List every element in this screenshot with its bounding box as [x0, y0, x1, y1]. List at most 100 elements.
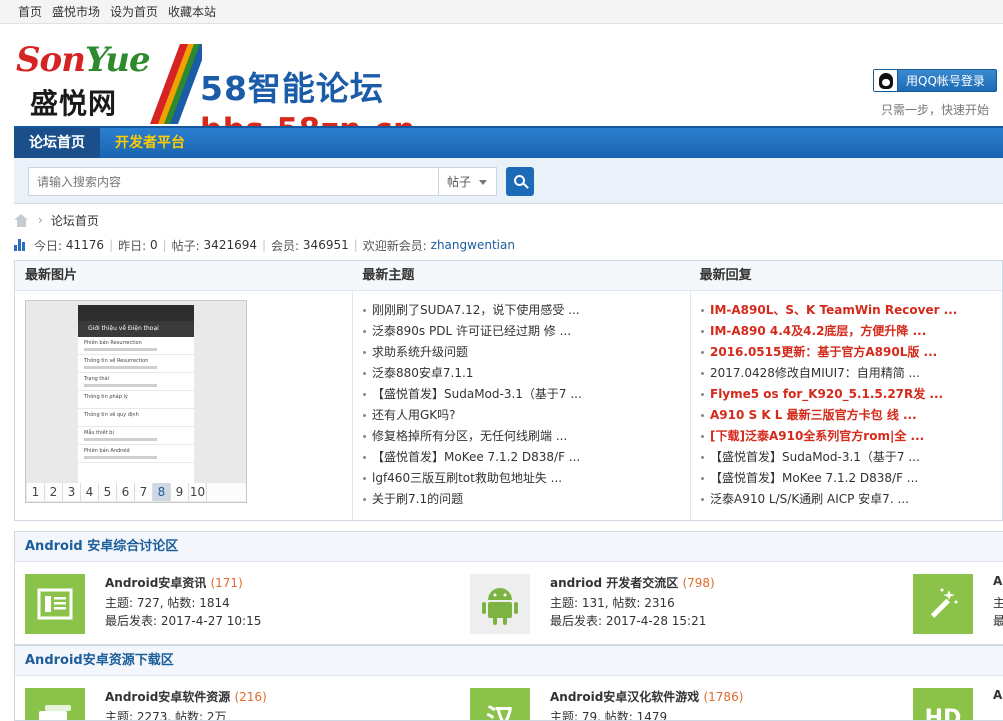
topbar-link-set-homepage[interactable]: 设为首页	[110, 3, 158, 20]
breadcrumb-current[interactable]: 论坛首页	[51, 212, 99, 229]
forum-icon-box[interactable]	[913, 574, 973, 634]
reply-item[interactable]: 【盛悦首发】MoKee 7.1.2 D838/F ...	[691, 468, 1003, 489]
topic-item[interactable]: 求助系统升级问题	[353, 342, 690, 363]
topbar-link-bookmark[interactable]: 收藏本站	[168, 3, 216, 20]
reply-item[interactable]: IM-A890 4.4及4.2底层，方便升降 ...	[691, 321, 1003, 342]
stats-members: 346951	[302, 238, 349, 252]
forum-icon-box[interactable]	[25, 574, 85, 634]
slide-page[interactable]: 7	[135, 483, 153, 501]
topic-item[interactable]: 关于刷7.1的问题	[353, 489, 690, 510]
nav-forum-home[interactable]: 论坛首页	[14, 128, 100, 158]
stats-yesterday-label: 昨日:	[118, 238, 147, 253]
qq-login-subtext: 只需一步，快速开始	[880, 103, 989, 117]
forum-last-post[interactable]: 最后发表: 2017-4-28 15:21	[550, 612, 706, 629]
stats-newest-label: 欢迎新会员:	[362, 238, 427, 253]
qq-login-label: 用QQ帐号登录	[906, 74, 985, 88]
stats-today-label: 今日:	[34, 238, 63, 253]
latest-topics-column: 刚刚刷了SUDA7.12，说下使用感受 ... 泛泰890s PDL 许可证已经…	[353, 291, 691, 520]
logo-cn: 盛悦网	[30, 87, 118, 120]
home-icon[interactable]	[14, 213, 29, 227]
stats-members-label: 会员:	[271, 238, 300, 253]
forum-title[interactable]: A	[993, 688, 1002, 702]
chinese-localization-icon: 汉	[485, 703, 514, 721]
forum-android-dev: andriod 开发者交流区 (798) 主题: 131, 帖数: 2316 最…	[470, 574, 890, 636]
slide-page[interactable]: 5	[99, 483, 117, 501]
topic-item[interactable]: 【盛悦首发】SudaMod-3.1（基于7 ...	[353, 384, 690, 405]
android-robot-icon	[482, 588, 518, 625]
nav-developer-platform[interactable]: 开发者平台	[100, 128, 200, 158]
newest-member-link[interactable]: zhangwentian	[431, 238, 515, 252]
category-android-discussion: Android 安卓综合讨论区 Android安卓资讯 (171) 主题: 72…	[14, 531, 1003, 645]
reply-item[interactable]: 【盛悦首发】SudaMod-3.1（基于7 ...	[691, 447, 1003, 468]
site-header: SonYue 盛悦网 58智能论坛 bbs.58zn.cn 用QQ帐号登录 只需…	[0, 24, 1003, 148]
breadcrumb: › 论坛首页	[14, 211, 99, 229]
category-title[interactable]: Android安卓资源下载区	[15, 646, 1003, 676]
forum-stats: 主题: 131, 帖数: 2316	[550, 596, 675, 610]
screenshot-title: Giới thiệu về Điện thoại	[78, 321, 194, 337]
reply-item[interactable]: A910 S K L 最新三版官方卡包 线 ...	[691, 405, 1003, 426]
forum-stats: 主题: 2273, 帖数: 2万	[105, 710, 227, 721]
topic-item[interactable]: 还有人用GK吗?	[353, 405, 690, 426]
qq-login-button[interactable]: 用QQ帐号登录	[873, 69, 997, 92]
top-bar: 首页 盛悦市场 设为首页 收藏本站	[0, 0, 1003, 24]
slide-page[interactable]: 3	[63, 483, 81, 501]
topic-item[interactable]: 泛泰880安卓7.1.1	[353, 363, 690, 384]
slide-page[interactable]: 1	[27, 483, 45, 501]
latest-image-slide[interactable]: Giới thiệu về Điện thoại Phiên bản Resur…	[25, 300, 247, 503]
forum-stats: 今日: 41176 | 昨日: 0 | 帖子: 3421694 | 会员: 34…	[14, 236, 515, 254]
slide-page[interactable]: 2	[45, 483, 63, 501]
latest-topics-list: 刚刚刷了SUDA7.12，说下使用感受 ... 泛泰890s PDL 许可证已经…	[353, 291, 690, 510]
forum-title[interactable]: Android安卓软件资源 (216)	[105, 688, 267, 705]
logo-slashes-graphic	[150, 44, 208, 124]
latest-panel: 最新图片 最新主题 最新回复 Giới thiệu về Điện thoại …	[14, 260, 1003, 521]
topic-item[interactable]: lgf460三版互刷tot救助包地址失 ...	[353, 468, 690, 489]
forum-android-software: Android安卓软件资源 (216) 主题: 2273, 帖数: 2万	[25, 688, 445, 721]
reply-item[interactable]: Flyme5 os for_K920_5.1.5.27R发 ...	[691, 384, 1003, 405]
newspaper-icon	[37, 588, 73, 620]
site-logo[interactable]: SonYue 盛悦网	[16, 40, 151, 134]
forum-last-post: 最	[993, 614, 1003, 628]
reply-item[interactable]: [下载]泛泰A910全系列官方rom|全 ...	[691, 426, 1003, 447]
forum-last-post[interactable]: 最后发表: 2017-4-27 10:15	[105, 612, 261, 629]
slide-page-current[interactable]: 8	[153, 483, 171, 501]
reply-item[interactable]: 泛泰A910 L/S/K通刷 AICP 安卓7. ...	[691, 489, 1003, 510]
search-type-label: 帖子	[447, 175, 472, 189]
reply-item[interactable]: 2016.0515更新：基于官方A890L版 ...	[691, 342, 1003, 363]
forum-title[interactable]: Android安卓资讯 (171)	[105, 574, 243, 591]
bar-chart-icon	[14, 239, 28, 251]
search-bar: 帖子	[14, 158, 1003, 204]
slide-page[interactable]: 10	[189, 483, 207, 501]
forum-icon-box[interactable]	[470, 574, 530, 634]
latest-images-column: Giới thiệu về Điện thoại Phiên bản Resur…	[15, 291, 353, 520]
search-button[interactable]	[506, 167, 534, 196]
forum-partial-hd: HD A	[913, 688, 1003, 720]
slide-page[interactable]: 6	[117, 483, 135, 501]
reply-item[interactable]: 2017.0428修改自MIUI7：自用精简 ...	[691, 363, 1003, 384]
forum-icon-box[interactable]: 汉	[470, 688, 530, 721]
stats-posts: 3421694	[203, 238, 257, 252]
slide-page[interactable]: 4	[81, 483, 99, 501]
latest-replies-list: IM-A890L、S、K TeamWin Recover ... IM-A890…	[691, 291, 1003, 510]
topic-item[interactable]: 【盛悦首发】MoKee 7.1.2 D838/F ...	[353, 447, 690, 468]
topic-item[interactable]: 泛泰890s PDL 许可证已经过期 修 ...	[353, 321, 690, 342]
forum-stats: 主题: 79, 帖数: 1479	[550, 710, 668, 721]
forum-title[interactable]: Android安卓汉化软件游戏 (1786)	[550, 688, 743, 705]
forum-title[interactable]: andriod 开发者交流区 (798)	[550, 574, 715, 591]
chevron-down-icon	[479, 180, 487, 185]
forum-icon-box[interactable]	[25, 688, 85, 720]
search-type-select[interactable]: 帖子	[438, 167, 497, 196]
topbar-link-home[interactable]: 首页	[18, 3, 42, 20]
forum-icon-box[interactable]: HD	[913, 688, 973, 720]
category-title[interactable]: Android 安卓综合讨论区	[15, 532, 1003, 562]
latest-replies-heading: 最新回复	[699, 268, 752, 283]
logo-en-part2: Yue	[84, 40, 151, 80]
slide-page[interactable]: 9	[171, 483, 189, 501]
topic-item[interactable]: 修复格掉所有分区，无任何线刷端 ...	[353, 426, 690, 447]
search-input[interactable]	[28, 167, 452, 196]
topbar-link-market[interactable]: 盛悦市场	[52, 3, 100, 20]
forum-title[interactable]: An	[993, 574, 1003, 588]
reply-item[interactable]: IM-A890L、S、K TeamWin Recover ...	[691, 300, 1003, 321]
topic-item[interactable]: 刚刚刷了SUDA7.12，说下使用感受 ...	[353, 300, 690, 321]
phone-screenshot: Giới thiệu về Điện thoại Phiên bản Resur…	[78, 305, 194, 489]
forum-android-news: Android安卓资讯 (171) 主题: 727, 帖数: 1814 最后发表…	[25, 574, 445, 636]
